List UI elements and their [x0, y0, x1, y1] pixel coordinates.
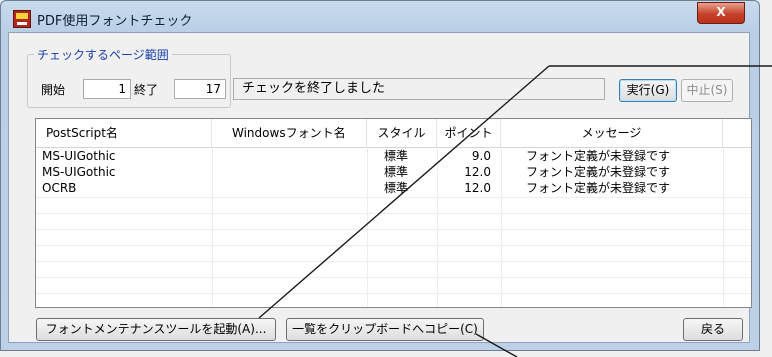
callout-line-copy [475, 333, 518, 357]
callout-leader-lines [258, 65, 772, 357]
callout-line-launch [258, 65, 550, 319]
